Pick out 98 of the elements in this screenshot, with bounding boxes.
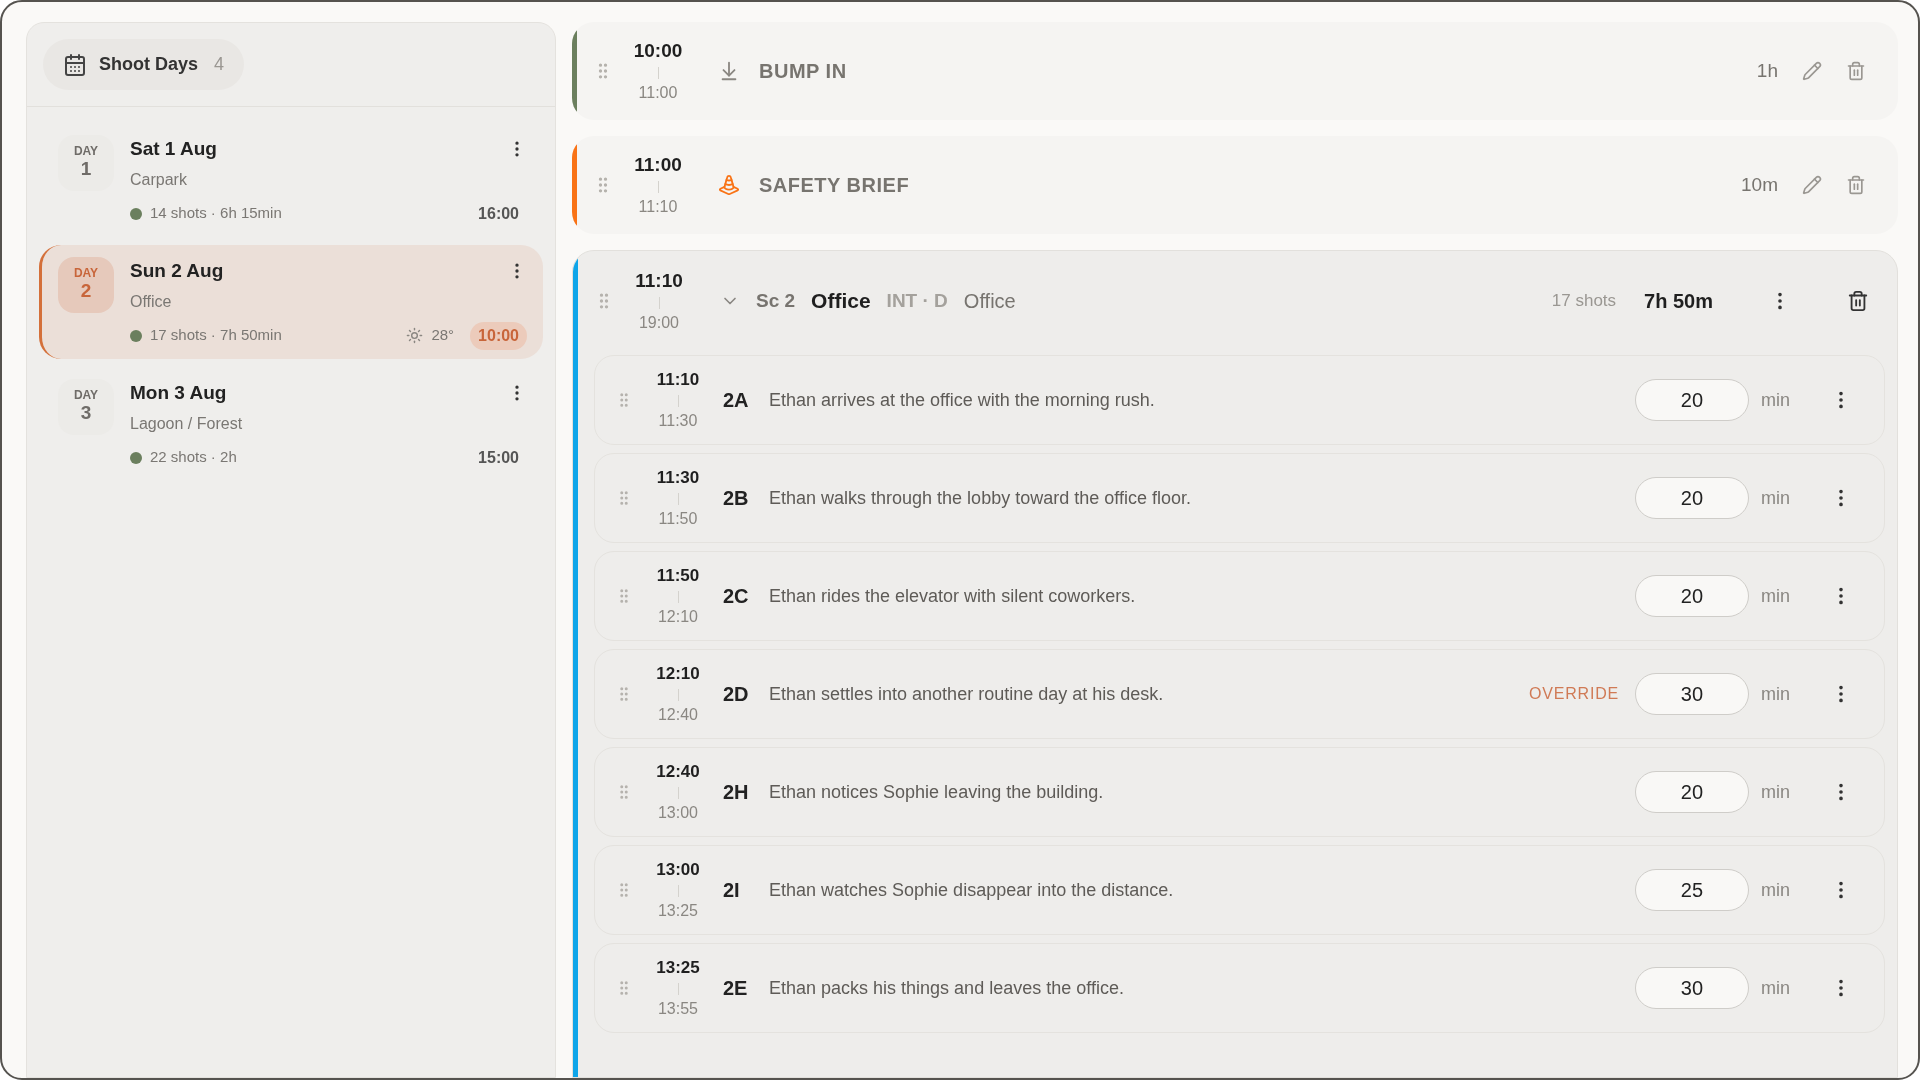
block-duration: 1h (1756, 58, 1778, 83)
day-count: 4 (214, 53, 225, 76)
block-title: BUMP IN (759, 59, 848, 84)
start-time: 11:10 (656, 369, 700, 392)
shot-row[interactable]: 13:00 13:25 2I Ethan watches Sophie disappear into the distance. 25 min (594, 845, 1885, 935)
end-time: 11:50 (658, 508, 698, 529)
minutes-unit: min (1761, 486, 1790, 510)
minutes-unit: min (1761, 878, 1790, 902)
shot-row[interactable]: 11:10 11:30 2A Ethan arrives at the office with the morning rush. 20 min (594, 355, 1885, 445)
start-time: 12:40 (656, 761, 700, 784)
traffic-cone-icon (718, 174, 740, 196)
minutes-field[interactable]: 30 (1635, 967, 1749, 1009)
day-location: Carpark (130, 169, 188, 190)
day-number: 1 (80, 157, 92, 181)
shot-code: 2A (723, 388, 750, 413)
schedule-block[interactable]: 11:00 11:10 SAFETY BRIEF 10m (572, 136, 1898, 234)
shot-row[interactable]: 11:50 12:10 2C Ethan rides the elevator with silent coworkers. 20 min (594, 551, 1885, 641)
minutes-field[interactable]: 20 (1635, 575, 1749, 617)
start-time: 13:25 (656, 957, 700, 980)
calendar-icon (63, 52, 87, 77)
end-time: 12:40 (657, 704, 698, 725)
end-time: 11:10 (638, 197, 678, 218)
day-label: DAY (73, 145, 99, 158)
day-label: DAY (73, 267, 99, 280)
day-card[interactable]: DAY 3 Mon 3 Aug Lagoon / Forest 22 shots · 2h 15:00 (39, 367, 543, 481)
shot-description: Ethan settles into another routine day at his desk. (769, 682, 1165, 706)
start-time: 11:10 (635, 268, 683, 293)
day-location: Lagoon / Forest (130, 413, 244, 434)
delete-icon[interactable] (1847, 290, 1869, 312)
shot-code: 2C (723, 584, 750, 609)
shot-row[interactable]: 12:10 12:40 2D Ethan settles into another routine day at his desk. OVERRIDE 30 min (594, 649, 1885, 739)
scene-location: Office (963, 289, 1017, 314)
day-date: Sat 1 Aug (130, 137, 217, 161)
shot-row[interactable]: 12:40 13:00 2H Ethan notices Sophie leaving the building. 20 min (594, 747, 1885, 837)
day-card[interactable]: DAY 1 Sat 1 Aug Carpark 14 shots · 6h 15min 16:00 (39, 123, 543, 237)
temperature: 28° (431, 325, 455, 346)
start-time: 10:00 (633, 38, 683, 63)
minutes-unit: min (1761, 976, 1790, 1000)
start-time: 11:30 (656, 467, 700, 490)
shot-description: Ethan rides the elevator with silent coworkers. (769, 584, 1137, 608)
call-time: 10:00 (470, 321, 527, 350)
day-number: 3 (80, 401, 92, 425)
edit-icon[interactable] (1802, 61, 1822, 81)
scene-name: Office (811, 288, 871, 315)
override-label: OVERRIDE (1529, 684, 1619, 704)
end-time: 12:10 (657, 606, 698, 627)
shot-description: Ethan packs his things and leaves the office. (769, 976, 1125, 1000)
day-summary: 17 shots · 7h 50min (150, 325, 283, 346)
day-location: Office (130, 291, 173, 312)
minutes-unit: min (1761, 780, 1790, 804)
start-time: 13:00 (656, 859, 700, 882)
day-summary: 14 shots · 6h 15min (150, 203, 283, 224)
shot-code: 2D (723, 682, 750, 707)
shot-code: 2E (723, 976, 749, 1001)
day-date: Mon 3 Aug (130, 381, 227, 405)
sidebar-title: Shoot Days (99, 53, 199, 76)
scene-duration: 7h 50m (1644, 289, 1713, 314)
minutes-field[interactable]: 20 (1635, 771, 1749, 813)
end-time: 19:00 (638, 313, 679, 334)
minutes-field[interactable]: 20 (1635, 477, 1749, 519)
shot-row[interactable]: 11:30 11:50 2B Ethan walks through the lobby toward the office floor. 20 min (594, 453, 1885, 543)
day-number: 2 (80, 279, 92, 303)
call-time: 15:00 (477, 447, 520, 468)
shot-code: 2B (723, 486, 750, 511)
edit-icon[interactable] (1802, 175, 1822, 195)
end-time: 13:25 (657, 900, 698, 921)
minutes-unit: min (1761, 682, 1790, 706)
end-time: 13:00 (657, 802, 698, 823)
block-title: SAFETY BRIEF (759, 173, 911, 198)
minutes-field[interactable]: 25 (1635, 869, 1749, 911)
sun-icon (406, 327, 424, 344)
shot-description: Ethan watches Sophie disappear into the distance. (769, 878, 1175, 902)
scene-int-ext: INT · D (886, 288, 948, 313)
end-time: 13:55 (657, 998, 698, 1019)
day-date: Sun 2 Aug (130, 259, 224, 283)
day-card[interactable]: DAY 2 Sun 2 Aug Office 17 shots · 7h 50min 28° 10:00 (39, 245, 543, 359)
start-time: 11:50 (656, 565, 700, 588)
minutes-unit: min (1761, 388, 1790, 412)
call-time: 16:00 (477, 203, 520, 224)
start-time: 11:00 (634, 152, 682, 177)
end-time: 11:30 (658, 410, 698, 431)
schedule-block[interactable]: 10:00 11:00 BUMP IN 1h (572, 22, 1898, 120)
shot-description: Ethan arrives at the office with the morning rush. (769, 388, 1156, 412)
day-summary: 22 shots · 2h (150, 447, 238, 468)
end-time: 11:00 (638, 83, 678, 104)
shot-code: 2H (723, 780, 750, 805)
scene-number: Sc 2 (756, 288, 796, 313)
shot-row[interactable]: 13:25 13:55 2E Ethan packs his things and leaves the office. 30 min (594, 943, 1885, 1033)
day-label: DAY (73, 389, 99, 402)
shot-count: 17 shots (1551, 290, 1617, 313)
minutes-field[interactable]: 30 (1635, 673, 1749, 715)
shot-description: Ethan notices Sophie leaving the building. (769, 780, 1105, 804)
minutes-field[interactable]: 20 (1635, 379, 1749, 421)
minutes-unit: min (1761, 584, 1790, 608)
shot-description: Ethan walks through the lobby toward the office floor. (769, 486, 1192, 510)
block-duration: 10m (1741, 172, 1778, 197)
shot-code: 2I (723, 878, 741, 903)
start-time: 12:10 (656, 663, 700, 686)
